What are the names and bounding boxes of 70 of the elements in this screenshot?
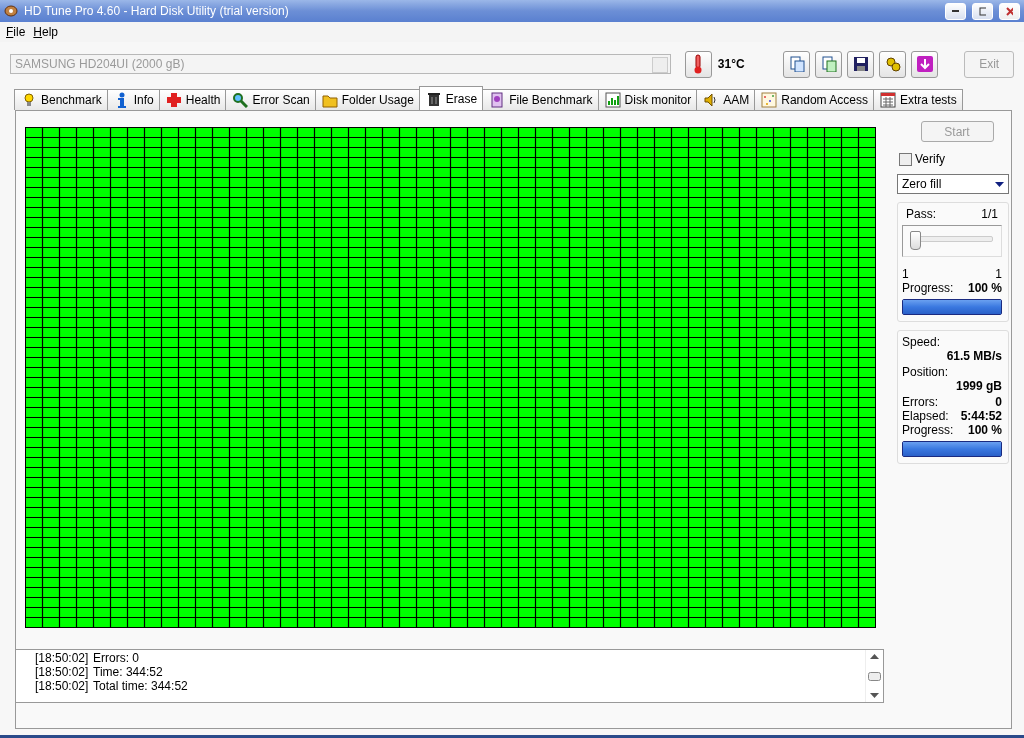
dots-icon (761, 92, 778, 108)
scrollbar[interactable] (865, 650, 883, 702)
tab[interactable]: AAM (696, 89, 756, 110)
pass-value: 1/1 (981, 207, 998, 221)
tab[interactable]: Erase (418, 86, 484, 110)
app-icon (4, 5, 18, 17)
tab[interactable]: Benchmark (14, 89, 108, 110)
tab[interactable]: Health (158, 89, 227, 110)
tab[interactable]: Error Scan (225, 89, 316, 110)
close-button[interactable] (999, 2, 1020, 20)
stat-value: 100 % (967, 423, 1002, 437)
pass-label: Pass: (906, 207, 936, 221)
stat-label: Elapsed: (902, 409, 949, 423)
stat-label: Progress: (902, 423, 954, 437)
stat-value: 0 (995, 395, 1002, 409)
log-time: [18:50:02] (35, 665, 90, 679)
log-time: [18:50:02] (35, 679, 90, 693)
table-icon (879, 92, 896, 108)
thermometer-icon (693, 54, 704, 74)
progress-label: Progress: (902, 281, 954, 295)
stat-value: 61.5 MB/s (945, 349, 1002, 363)
minimize-button[interactable] (945, 2, 966, 20)
trash-can-icon (425, 90, 442, 107)
maximize-icon (979, 6, 986, 16)
method-dropdown[interactable]: Zero fill (897, 174, 1009, 194)
verify-label: Verify (915, 152, 945, 166)
caret-icon (995, 181, 1004, 187)
stat-value: 1999 gB (954, 379, 1002, 393)
tab[interactable]: File Benchmark (482, 89, 599, 110)
slider-thumb[interactable] (910, 231, 921, 250)
copy-icon (820, 56, 837, 72)
slider-min: 1 (902, 267, 909, 281)
medical-cross-icon (165, 92, 182, 108)
folder-icon (321, 92, 338, 108)
progress-value: 100 % (967, 281, 1002, 295)
toolbar-button[interactable] (847, 50, 875, 78)
tab[interactable]: Random Access (754, 89, 874, 110)
lightbulb-icon (21, 92, 37, 108)
stat-value: 5:44:52 (960, 409, 1002, 423)
window-title: HD Tune Pro 4.60 - Hard Disk Utility (trial version) (24, 4, 290, 18)
menu-item[interactable]: File (2, 25, 30, 39)
bar-chart-icon (604, 92, 621, 108)
download-arrow-icon (916, 56, 933, 72)
stat-label: Errors: (902, 395, 938, 409)
log-message: Total time: 344:52 (93, 679, 188, 693)
coins-icon (884, 56, 901, 72)
magnifier-icon (232, 92, 249, 108)
up-arrow-icon[interactable] (870, 653, 879, 659)
log-time: [18:50:02] (35, 651, 90, 665)
tab[interactable]: Folder Usage (314, 89, 420, 110)
log-message: Time: 344:52 (93, 665, 163, 679)
pass-slider[interactable] (902, 225, 1002, 257)
temperature-reading: 31°C (717, 57, 746, 71)
close-icon (1006, 6, 1013, 16)
stat-label: Speed: (902, 335, 942, 349)
minimize-icon (952, 10, 959, 12)
copy-icon (788, 56, 805, 72)
log-message: Errors: 0 (93, 651, 139, 665)
slider-max: 1 (995, 267, 1002, 281)
tab[interactable]: Info (106, 89, 160, 110)
thermometer-button[interactable] (684, 50, 712, 78)
down-arrow-icon[interactable] (870, 693, 879, 699)
stat-label: Position: (902, 365, 950, 379)
verify-checkbox[interactable] (899, 152, 912, 166)
document-icon (489, 92, 506, 108)
maximize-button[interactable] (972, 2, 993, 20)
tab[interactable]: Extra tests (872, 89, 963, 110)
tab[interactable]: Disk monitor (597, 89, 698, 110)
menu-item[interactable]: Help (29, 25, 63, 39)
scroll-thumb[interactable] (868, 671, 881, 681)
